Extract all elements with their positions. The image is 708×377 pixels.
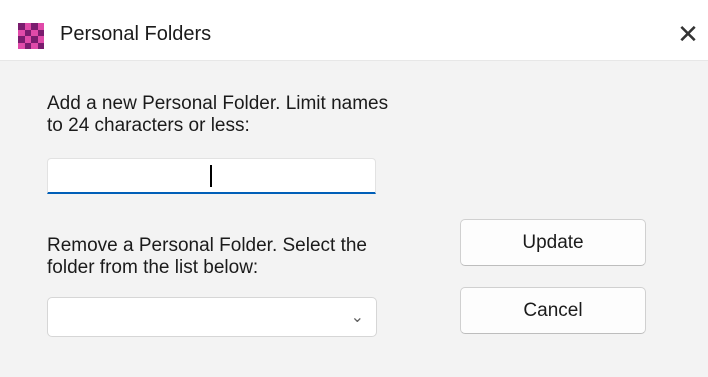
- title-bar: Personal Folders ✕: [0, 8, 708, 61]
- update-button[interactable]: Update: [460, 219, 646, 266]
- folder-select-dropdown[interactable]: ⌄: [47, 297, 377, 337]
- close-button[interactable]: ✕: [672, 18, 704, 50]
- text-caret: [210, 165, 212, 187]
- chevron-down-icon: ⌄: [350, 309, 364, 326]
- personal-folders-dialog: Personal Folders ✕ Add a new Personal Fo…: [0, 0, 708, 377]
- remove-folder-label: Remove a Personal Folder. Select the fol…: [47, 235, 368, 278]
- checkered-app-icon: [18, 23, 44, 49]
- new-folder-name-input[interactable]: [47, 158, 376, 194]
- background-strip: [0, 0, 708, 8]
- cancel-button[interactable]: Cancel: [460, 287, 646, 334]
- close-icon: ✕: [677, 18, 699, 49]
- window-title: Personal Folders: [60, 23, 212, 45]
- add-folder-label: Add a new Personal Folder. Limit names t…: [47, 93, 389, 136]
